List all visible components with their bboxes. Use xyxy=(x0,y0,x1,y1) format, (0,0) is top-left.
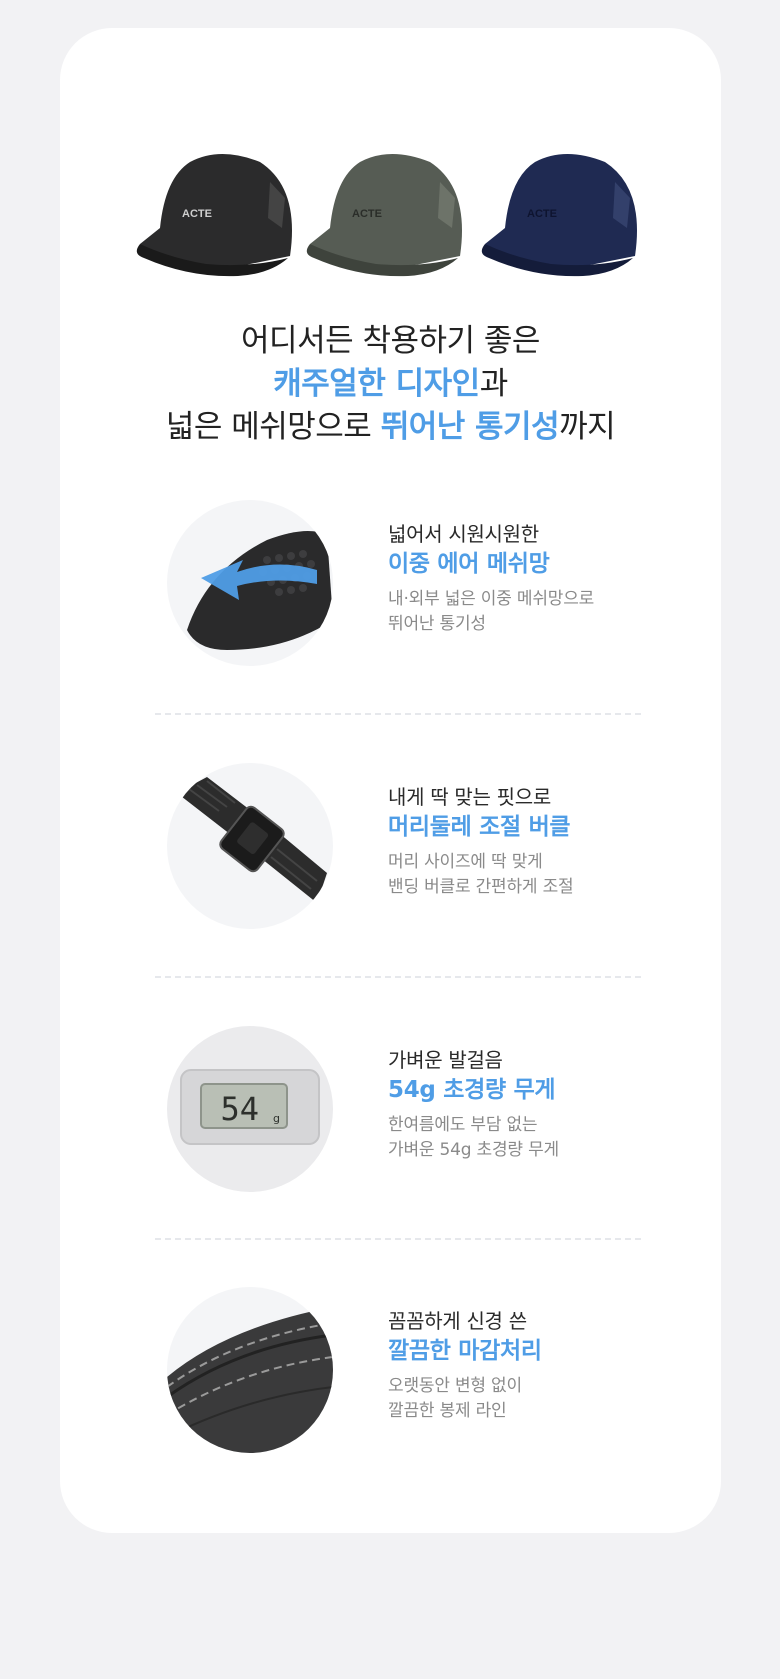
stitching-icon xyxy=(167,1287,333,1453)
feature-description-line: 뛰어난 통기성 xyxy=(388,614,486,634)
feature-description: 오랫동안 변형 없이 깔끔한 봉제 라인 xyxy=(388,1374,688,1424)
feature-description-line: 내·외부 넓은 이중 메쉬망으로 xyxy=(388,589,595,609)
cap-logo-text: ACTE xyxy=(352,208,382,220)
black-cap-image: ACTE xyxy=(136,154,292,277)
scale-display-value: 54 xyxy=(220,1090,259,1128)
headline-line-2: 캐주얼한 디자인과 xyxy=(60,363,721,406)
feature-description-line: 한여름에도 부담 없는 xyxy=(388,1115,538,1135)
feature-description-line: 가벼운 54g 초경량 무게 xyxy=(388,1140,559,1160)
product-caps-image: ACTE ACTE ACTE xyxy=(120,118,640,318)
cap-logo-text: ACTE xyxy=(527,208,557,220)
feature-stitching-text: 꼼꼼하게 신경 쓴 깔끔한 마감처리 오랫동안 변형 없이 깔끔한 봉제 라인 xyxy=(388,1307,688,1424)
headline-line-3-prefix: 넓은 메쉬망으로 xyxy=(165,409,381,445)
feature-title: 깔끔한 마감처리 xyxy=(388,1338,542,1364)
feature-description: 머리 사이즈에 딱 맞게 밴딩 버클로 간편하게 조절 xyxy=(388,850,688,900)
feature-description-line: 밴딩 버클로 간편하게 조절 xyxy=(388,877,574,897)
divider xyxy=(155,976,641,978)
feature-description-line: 오랫동안 변형 없이 xyxy=(388,1376,522,1396)
feature-subtitle: 넓어서 시원시원한 xyxy=(388,522,539,546)
headline-accent-breathability: 뛰어난 통기성 xyxy=(380,409,560,445)
feature-title: 머리둘레 조절 버클 xyxy=(388,814,571,840)
product-detail-card: ACTE ACTE ACTE 어디서든 착용하기 좋은 캐주얼한 디자인과 넓은… xyxy=(60,28,721,1533)
olive-cap-image: ACTE xyxy=(306,154,462,277)
feature-title: 이중 에어 메쉬망 xyxy=(388,551,550,577)
feature-subtitle: 가벼운 발걸음 xyxy=(388,1048,503,1072)
scale-icon: 54 g xyxy=(167,1026,333,1192)
feature-title: 54g 초경량 무게 xyxy=(388,1077,556,1103)
feature-subtitle: 꼼꼼하게 신경 쓴 xyxy=(388,1309,527,1333)
feature-subtitle: 내게 딱 맞는 핏으로 xyxy=(388,785,551,809)
headline-line-1: 어디서든 착용하기 좋은 xyxy=(241,323,540,359)
mesh-icon xyxy=(167,500,333,666)
scale-display-unit: g xyxy=(273,1112,280,1125)
headline-accent-design: 캐주얼한 디자인 xyxy=(273,366,480,402)
feature-mesh-text: 넓어서 시원시원한 이중 에어 메쉬망 내·외부 넓은 이중 메쉬망으로 뛰어난… xyxy=(388,520,688,637)
feature-description: 한여름에도 부담 없는 가벼운 54g 초경량 무게 xyxy=(388,1113,688,1163)
buckle-icon xyxy=(167,763,333,929)
headline: 어디서든 착용하기 좋은 캐주얼한 디자인과 넓은 메쉬망으로 뛰어난 통기성까… xyxy=(60,320,721,449)
feature-stitching: 꼼꼼하게 신경 쓴 깔끔한 마감처리 오랫동안 변형 없이 깔끔한 봉제 라인 xyxy=(60,1287,721,1457)
feature-description-line: 머리 사이즈에 딱 맞게 xyxy=(388,852,543,872)
headline-line-3-suffix: 까지 xyxy=(559,409,616,445)
headline-line-3: 넓은 메쉬망으로 뛰어난 통기성까지 xyxy=(60,406,721,449)
feature-buckle-text: 내게 딱 맞는 핏으로 머리둘레 조절 버클 머리 사이즈에 딱 맞게 밴딩 버… xyxy=(388,783,688,900)
feature-weight: 54 g 가벼운 발걸음 54g 초경량 무게 한여름에도 부담 없는 가벼운 … xyxy=(60,1026,721,1196)
navy-cap-image: ACTE xyxy=(481,154,637,277)
feature-weight-text: 가벼운 발걸음 54g 초경량 무게 한여름에도 부담 없는 가벼운 54g 초… xyxy=(388,1046,688,1163)
feature-mesh: 넓어서 시원시원한 이중 에어 메쉬망 내·외부 넓은 이중 메쉬망으로 뛰어난… xyxy=(60,500,721,670)
cap-logo-text: ACTE xyxy=(182,208,212,220)
divider xyxy=(155,713,641,715)
feature-buckle: 내게 딱 맞는 핏으로 머리둘레 조절 버클 머리 사이즈에 딱 맞게 밴딩 버… xyxy=(60,763,721,933)
divider xyxy=(155,1238,641,1240)
feature-description-line: 깔끔한 봉제 라인 xyxy=(388,1401,507,1421)
feature-description: 내·외부 넓은 이중 메쉬망으로 뛰어난 통기성 xyxy=(388,587,688,637)
headline-line-2-suffix: 과 xyxy=(479,366,509,402)
